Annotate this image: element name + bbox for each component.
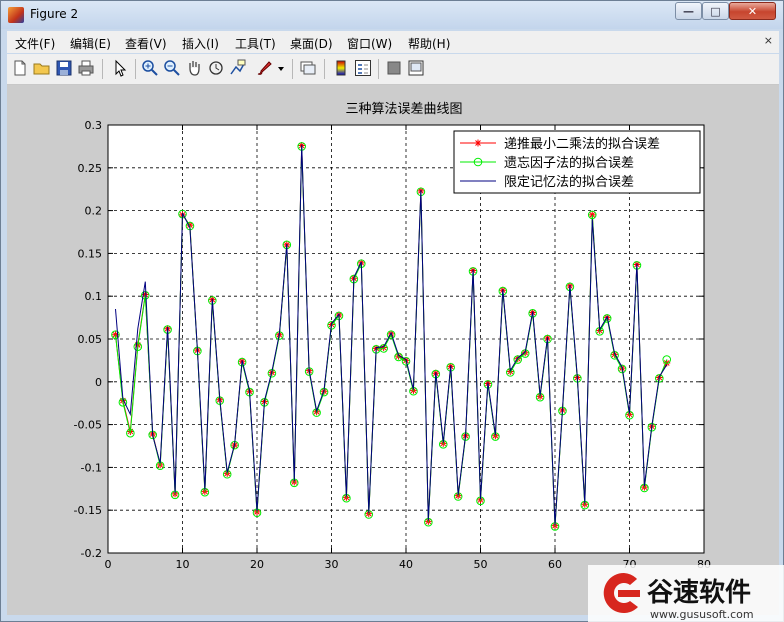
pointer-icon[interactable]: [111, 59, 129, 77]
x-tick-label: 50: [474, 558, 488, 571]
window-title: Figure 2: [30, 7, 79, 21]
menu-bar: 文件(F) 编辑(E) 查看(V) 插入(I) 工具(T) 桌面(D) 窗口(W…: [7, 31, 779, 53]
print-icon[interactable]: [77, 59, 95, 77]
minimize-icon: —: [683, 4, 694, 18]
data-cursor-icon[interactable]: [229, 59, 247, 77]
menu-file[interactable]: 文件(F): [15, 35, 55, 52]
error-curve-chart: 三种算法误差曲线图 0 10 20 30 40 50 60 70 800.30.250.20.1…: [74, 102, 711, 571]
maximize-button[interactable]: □: [702, 2, 729, 20]
link-plot-icon[interactable]: [299, 59, 317, 77]
toolbar-separator: [102, 59, 103, 79]
y-tick-label: 0.1: [85, 290, 103, 303]
y-tick-label: -0.2: [81, 547, 102, 560]
x-tick-label: 10: [176, 558, 190, 571]
watermark-url: www.gususoft.com: [650, 608, 754, 621]
y-tick-label: 0.2: [85, 205, 103, 218]
y-tick-label: 0.15: [78, 247, 103, 260]
menu-window[interactable]: 窗口(W): [347, 35, 392, 52]
legend-marker: [474, 139, 482, 147]
brush-icon[interactable]: [255, 59, 273, 77]
menu-edit[interactable]: 编辑(E): [70, 35, 111, 52]
x-tick-label: 20: [250, 558, 264, 571]
legend-label: 递推最小二乘法的拟合误差: [504, 136, 660, 152]
menu-insert[interactable]: 插入(I): [182, 35, 219, 52]
colorbar-icon[interactable]: [332, 59, 350, 77]
menu-desktop[interactable]: 桌面(D): [290, 35, 333, 52]
y-tick-label: -0.1: [81, 461, 102, 474]
zoom-in-icon[interactable]: [141, 59, 159, 77]
site-watermark-logo: 谷速软件 www.gususoft.com: [588, 565, 784, 622]
x-tick-label: 60: [548, 558, 562, 571]
y-tick-label: -0.05: [74, 419, 102, 432]
hide-plot-tools-icon[interactable]: [385, 59, 403, 77]
menu-view[interactable]: 查看(V): [125, 35, 167, 52]
figure-toolbar: [7, 54, 779, 85]
show-plot-tools-icon[interactable]: [407, 59, 425, 77]
y-tick-label: -0.15: [74, 504, 102, 517]
pan-hand-icon[interactable]: [185, 59, 203, 77]
y-tick-label: 0.25: [78, 162, 103, 175]
toolbar-separator: [378, 59, 379, 79]
dropdown-arrow-icon[interactable]: [276, 59, 286, 77]
x-tick-label: 40: [399, 558, 413, 571]
figure-window: Figure 2 — □ ✕ 文件(F) 编辑(E) 查看(V) 插入(I) 工…: [0, 0, 784, 622]
legend-icon[interactable]: [354, 59, 372, 77]
maximize-icon: □: [710, 4, 721, 18]
chart-title: 三种算法误差曲线图: [345, 102, 462, 117]
rotate-3d-icon[interactable]: [207, 59, 225, 77]
menu-help[interactable]: 帮助(H): [408, 35, 450, 52]
save-icon[interactable]: [55, 59, 73, 77]
zoom-out-icon[interactable]: [163, 59, 181, 77]
watermark-brand: 谷速软件: [647, 578, 751, 608]
menu-close-icon[interactable]: ⨯: [764, 34, 773, 47]
title-bar[interactable]: Figure 2 — □ ✕: [1, 1, 783, 29]
menu-tools[interactable]: 工具(T): [235, 35, 276, 52]
toolbar-separator: [324, 59, 325, 79]
close-button[interactable]: ✕: [729, 2, 776, 20]
toolbar-separator: [135, 59, 136, 79]
figure-canvas[interactable]: 三种算法误差曲线图 0 10 20 30 40 50 60 70 80 0.3 0.25 0.2 0.1…: [7, 85, 779, 615]
x-tick-label: 0: [105, 558, 112, 571]
y-tick-label: 0.05: [78, 333, 103, 346]
close-icon: ✕: [747, 4, 758, 18]
legend[interactable]: 递推最小二乘法的拟合误差遗忘因子法的拟合误差限定记忆法的拟合误差: [453, 130, 701, 194]
toolbar-separator: [292, 59, 293, 79]
y-tick-label: 0: [95, 376, 102, 389]
y-tick-label: 0.3: [85, 119, 103, 132]
open-folder-icon[interactable]: [33, 59, 51, 77]
legend-label: 遗忘因子法的拟合误差: [504, 155, 634, 171]
matlab-app-icon: [8, 7, 24, 23]
new-file-icon[interactable]: [11, 59, 29, 77]
minimize-button[interactable]: —: [675, 2, 702, 20]
legend-label: 限定记忆法的拟合误差: [504, 174, 634, 190]
x-tick-label: 30: [325, 558, 339, 571]
